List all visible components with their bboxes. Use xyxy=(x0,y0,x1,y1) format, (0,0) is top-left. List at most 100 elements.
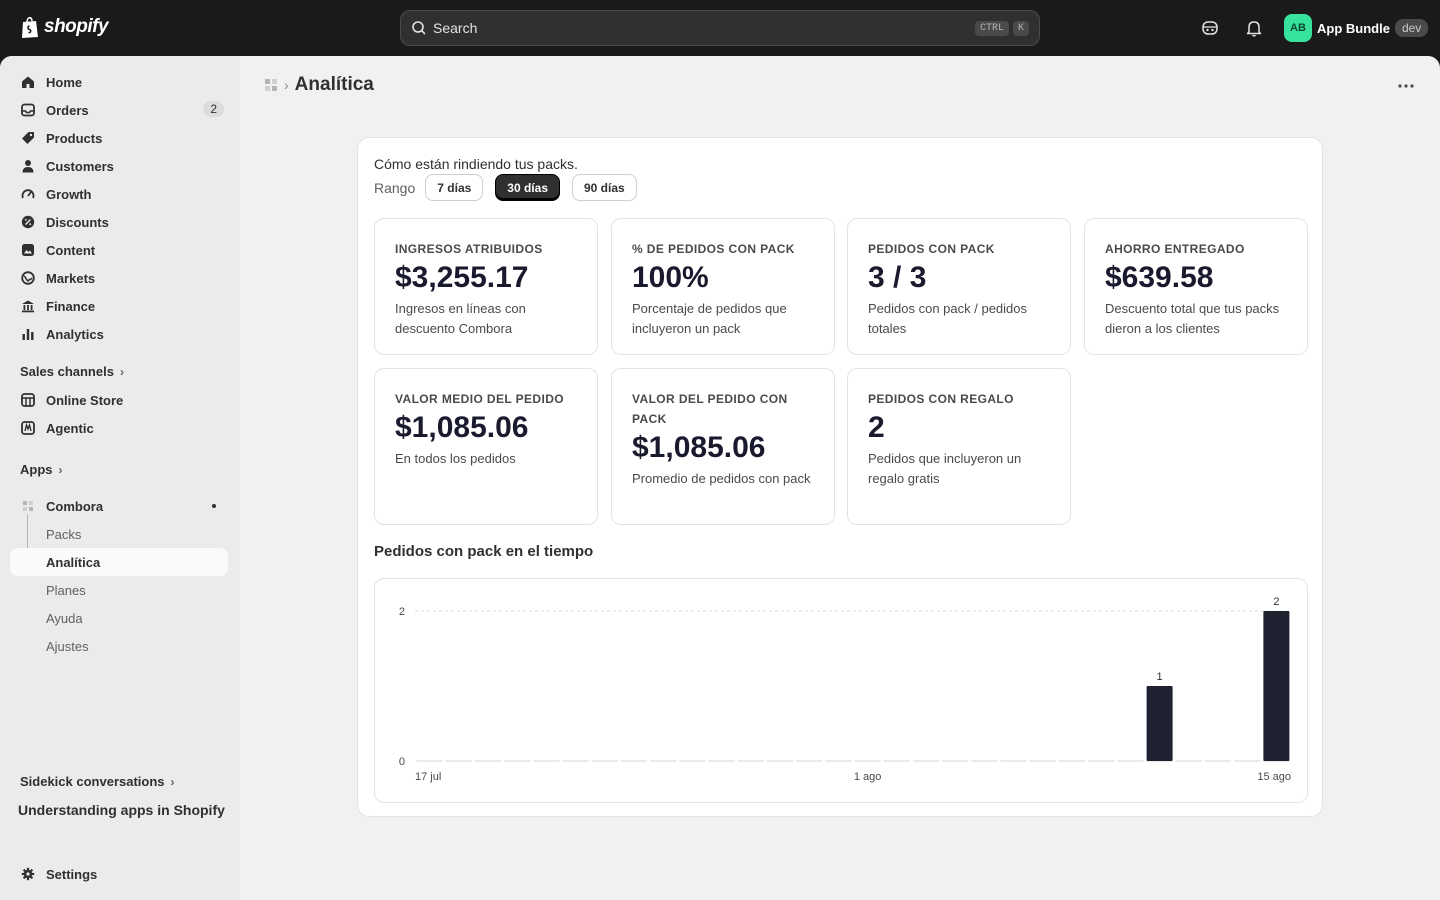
breadcrumb: › Analítica xyxy=(264,74,374,96)
stat-card: INGRESOS ATRIBUIDOS $3,255.17 Ingresos e… xyxy=(374,218,598,355)
stat-value: 2 xyxy=(868,411,885,444)
sidebar-item-analytics[interactable]: Analytics xyxy=(10,320,228,348)
sidebar-item-analitica[interactable]: Analítica xyxy=(10,548,228,576)
sidebar-item-agentic[interactable]: Agentic xyxy=(10,414,228,442)
content-icon xyxy=(20,242,36,258)
home-icon xyxy=(20,74,36,90)
stat-value: $3,255.17 xyxy=(395,261,529,294)
breadcrumb-separator: › xyxy=(284,77,289,93)
search-placeholder: Search xyxy=(433,20,478,36)
sidebar-item-markets[interactable]: Markets xyxy=(10,264,228,292)
stat-value: 3 / 3 xyxy=(868,261,927,294)
avatar: AB xyxy=(1284,14,1312,42)
agentic-icon xyxy=(20,420,36,436)
stat-title: PEDIDOS CON PACK xyxy=(868,242,995,256)
sidebar-item-settings[interactable]: Settings xyxy=(10,860,228,888)
gauge-icon xyxy=(20,186,36,202)
sidebar-item-combora[interactable]: Combora xyxy=(10,492,228,520)
orders-count-badge: 2 xyxy=(203,101,224,117)
chevron-right-icon: › xyxy=(58,462,63,477)
stat-card: VALOR MEDIO DEL PEDIDO $1,085.06 En todo… xyxy=(374,368,598,525)
sidebar-item-finance[interactable]: Finance xyxy=(10,292,228,320)
globe-icon xyxy=(20,270,36,286)
app-icon xyxy=(20,498,36,514)
sidebar-item-customers[interactable]: Customers xyxy=(10,152,228,180)
range-selector: Rango 7 días 30 días 90 días xyxy=(374,174,637,201)
bell-icon[interactable] xyxy=(1244,18,1264,38)
account-menu[interactable]: AB App Bundle dev xyxy=(1284,14,1429,42)
sidebar-item-orders[interactable]: Orders 2 xyxy=(10,96,228,124)
stat-card: % DE PEDIDOS CON PACK 100% Porcentaje de… xyxy=(611,218,835,355)
stat-card: AHORRO ENTREGADO $639.58 Descuento total… xyxy=(1084,218,1308,355)
bar-value-label: 2 xyxy=(1273,596,1279,608)
sidekick-conversation-item[interactable]: Understanding apps in Shopify xyxy=(18,802,225,818)
bar-chart: 0 2 1 2 17 jul 1 ago 15 ago xyxy=(399,596,1291,783)
dev-badge: dev xyxy=(1394,19,1429,37)
y-tick-label: 2 xyxy=(399,606,405,618)
sales-channels-header[interactable]: Sales channels › xyxy=(20,364,124,379)
sidebar-item-ajustes[interactable]: Ajustes xyxy=(10,632,228,660)
page-title: Analítica xyxy=(294,74,374,95)
chart-bar xyxy=(1263,611,1290,761)
sidebar-item-ayuda[interactable]: Ayuda xyxy=(10,604,228,632)
shortcut-key-k: K xyxy=(1012,20,1029,36)
brand-name: shopify xyxy=(44,16,109,37)
x-tick-label: 1 ago xyxy=(854,771,882,783)
stat-value: $1,085.06 xyxy=(395,411,529,444)
stat-title: AHORRO ENTREGADO xyxy=(1105,242,1245,256)
stat-value: $1,085.06 xyxy=(632,431,766,464)
range-30-days-button[interactable]: 30 días xyxy=(495,174,560,201)
discount-icon xyxy=(20,214,36,230)
chart-container: 0 2 1 2 17 jul 1 ago 15 ago xyxy=(374,578,1308,803)
stat-value: $639.58 xyxy=(1105,261,1214,294)
sidebar-item-content[interactable]: Content xyxy=(10,236,228,264)
bar-value-label: 1 xyxy=(1157,671,1163,683)
stat-value: 100% xyxy=(632,261,709,294)
chevron-right-icon: › xyxy=(119,364,124,379)
stat-card: PEDIDOS CON PACK 3 / 3 Pedidos con pack … xyxy=(847,218,1071,355)
search-bar[interactable]: Search CTRL K xyxy=(400,10,1040,46)
app-icon[interactable] xyxy=(264,78,278,92)
x-tick-label: 15 ago xyxy=(1257,771,1291,783)
range-label: Rango xyxy=(374,179,416,196)
inbox-icon xyxy=(20,102,36,118)
stat-title: % DE PEDIDOS CON PACK xyxy=(632,242,795,256)
app-status-dot xyxy=(212,504,216,508)
gear-icon xyxy=(20,866,36,882)
stat-description: Pedidos que incluyeron un regalo gratis xyxy=(868,451,1022,486)
sidebar-item-products[interactable]: Products xyxy=(10,124,228,152)
search-icon xyxy=(412,21,426,35)
stat-card: VALOR DEL PEDIDO CON PACK $1,085.06 Prom… xyxy=(611,368,835,525)
sidekick-conversations-header[interactable]: Sidekick conversations › xyxy=(20,774,175,789)
tag-icon xyxy=(20,130,36,146)
y-tick-label: 0 xyxy=(399,756,405,768)
more-options-icon[interactable] xyxy=(1396,78,1416,94)
sidebar-item-home[interactable]: Home xyxy=(10,68,228,96)
store-icon xyxy=(20,392,36,408)
bank-icon xyxy=(20,298,36,314)
stat-description: Ingresos en líneas con descuento Combora xyxy=(395,301,526,336)
sidebar-item-online-store[interactable]: Online Store xyxy=(10,386,228,414)
stat-description: Promedio de pedidos con pack xyxy=(632,471,811,486)
range-90-days-button[interactable]: 90 días xyxy=(572,174,637,201)
range-7-days-button[interactable]: 7 días xyxy=(425,174,484,201)
main-content: › Analítica Cómo están rindiendo tus pac… xyxy=(240,56,1440,900)
stat-description: Pedidos con pack / pedidos totales xyxy=(868,301,1027,336)
stat-description: Descuento total que tus packs dieron a l… xyxy=(1105,301,1280,336)
sidebar-item-packs[interactable]: Packs xyxy=(10,520,228,548)
chart-title: Pedidos con pack en el tiempo xyxy=(374,543,594,560)
shopify-logo[interactable]: shopify xyxy=(20,15,109,39)
chevron-right-icon: › xyxy=(170,774,175,789)
stat-description: Porcentaje de pedidos que incluyeron un … xyxy=(632,301,787,336)
x-tick-label: 17 jul xyxy=(415,771,441,783)
analytics-card: Cómo están rindiendo tus packs. Rango 7 … xyxy=(357,137,1323,817)
stat-title: PEDIDOS CON REGALO xyxy=(868,392,1014,406)
sidebar-item-growth[interactable]: Growth xyxy=(10,180,228,208)
stat-card: PEDIDOS CON REGALO 2 Pedidos que incluye… xyxy=(847,368,1071,525)
store-name: App Bundle xyxy=(1317,20,1390,36)
apps-header[interactable]: Apps › xyxy=(20,462,63,477)
sidekick-icon[interactable] xyxy=(1200,18,1220,38)
stat-title: VALOR DEL PEDIDO CON PACK xyxy=(632,392,788,426)
sidebar-item-discounts[interactable]: Discounts xyxy=(10,208,228,236)
sidebar-item-planes[interactable]: Planes xyxy=(10,576,228,604)
